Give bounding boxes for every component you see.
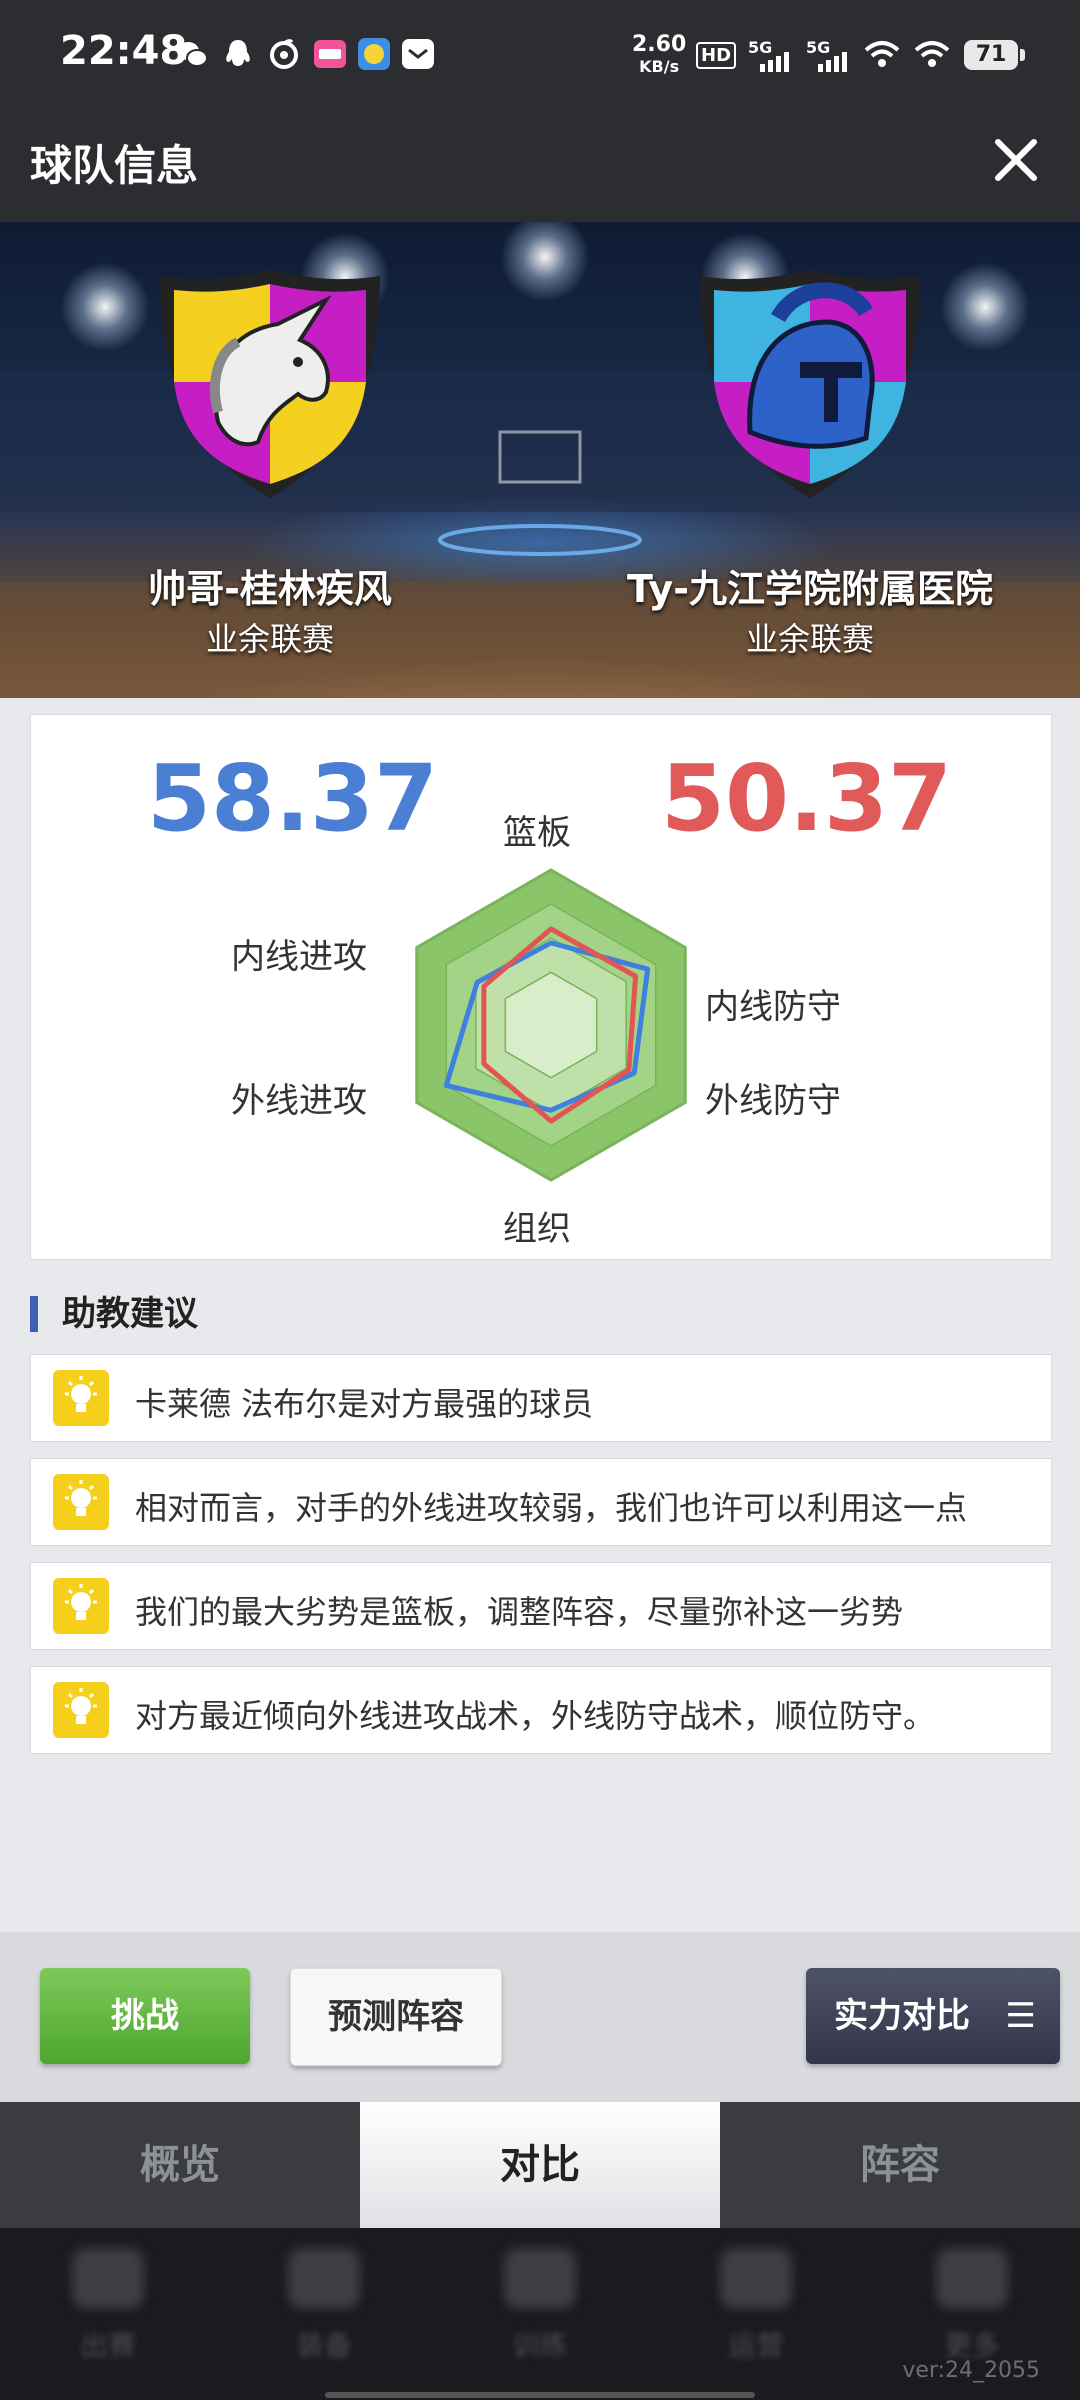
lightbulb-icon bbox=[53, 1682, 109, 1738]
advice-item: 对方最近倾向外线进攻战术，外线防守战术，顺位防守。 bbox=[30, 1666, 1052, 1754]
wechat-icon bbox=[177, 42, 208, 67]
advice-text: 卡莱德 法布尔是对方最强的球员 bbox=[135, 1385, 594, 1423]
title-bar: 球队信息 bbox=[0, 100, 1080, 222]
lightbulb-icon bbox=[53, 1370, 109, 1426]
nav-item-operations[interactable]: 运营 bbox=[648, 2228, 864, 2400]
axis-label-playmaking: 组织 bbox=[503, 1209, 571, 1249]
close-icon[interactable] bbox=[990, 134, 1042, 186]
qq-icon bbox=[226, 40, 250, 66]
away-team-name: Ty-九江学院附属医院 bbox=[627, 567, 993, 611]
tab-bar: 概览 对比 阵容 bbox=[0, 2102, 1080, 2228]
status-bar: 22:48 2.60 KB/s HD 5G 5G 71 bbox=[0, 0, 1080, 100]
net-speed-value: 2.60 bbox=[632, 32, 687, 57]
wifi-icon-2 bbox=[914, 41, 950, 67]
strength-compare-label: 实力对比 bbox=[834, 1996, 970, 2036]
tab-compare[interactable]: 对比 bbox=[360, 2102, 720, 2228]
hd-icon: HD bbox=[696, 42, 737, 69]
advice-item: 相对而言，对手的外线进攻较弱，我们也许可以利用这一点 bbox=[30, 1458, 1052, 1546]
action-bar: 挑战 预测阵容 实力对比 ☰ bbox=[0, 1932, 1080, 2102]
nav-label: 训练 bbox=[511, 2329, 568, 2362]
tab-lineup[interactable]: 阵容 bbox=[720, 2102, 1080, 2228]
predict-lineup-button[interactable]: 预测阵容 bbox=[290, 1968, 502, 2066]
nav-item-equipment[interactable]: 装备 bbox=[216, 2228, 432, 2400]
page-title: 球队信息 bbox=[30, 141, 199, 190]
advice-header: 助教建议 bbox=[30, 1296, 198, 1332]
radar-chart bbox=[415, 868, 687, 1182]
home-team-league: 业余联赛 bbox=[205, 620, 334, 658]
advice-text: 相对而言，对手的外线进攻较弱，我们也许可以利用这一点 bbox=[135, 1489, 968, 1527]
nav-item-training[interactable]: 训练 bbox=[432, 2228, 648, 2400]
net-speed: 2.60 KB/s bbox=[632, 34, 686, 78]
nav-label: 出赛 bbox=[79, 2329, 136, 2362]
home-team-name: 帅哥-桂林疾风 bbox=[148, 567, 392, 611]
away-team-logo bbox=[700, 270, 920, 498]
lightbulb-icon bbox=[53, 1578, 109, 1634]
nav-label: 运营 bbox=[727, 2329, 784, 2362]
app-icon bbox=[358, 38, 390, 70]
comparison-card: 58.37 50.37 篮板 内线防守 外线防守 组织 外线进攻 内线进攻 bbox=[30, 714, 1052, 1260]
advice-text: 我们的最大劣势是篮板，调整阵容，尽量弥补这一劣势 bbox=[135, 1593, 904, 1631]
battery-icon: 71 bbox=[964, 40, 1025, 70]
away-score: 50.37 bbox=[661, 745, 953, 852]
nav-item-match[interactable]: 出赛 bbox=[0, 2228, 216, 2400]
tab-overview[interactable]: 概览 bbox=[0, 2102, 360, 2228]
net-speed-unit: KB/s bbox=[639, 57, 680, 76]
challenge-button[interactable]: 挑战 bbox=[40, 1968, 250, 2064]
home-indicator bbox=[325, 2392, 755, 2398]
axis-label-outside-defense: 外线防守 bbox=[705, 1081, 841, 1121]
axis-label-inside-defense: 内线防守 bbox=[705, 987, 841, 1027]
axis-label-outside-offense: 外线进攻 bbox=[231, 1081, 367, 1121]
strength-compare-button[interactable]: 实力对比 ☰ bbox=[806, 1968, 1060, 2064]
nav-label: 装备 bbox=[295, 2329, 352, 2362]
lightbulb-icon bbox=[53, 1474, 109, 1530]
away-team-league: 业余联赛 bbox=[745, 620, 874, 658]
netease-music-icon bbox=[270, 39, 298, 69]
menu-icon: ☰ bbox=[1005, 1996, 1036, 2036]
advice-item: 我们的最大劣势是篮板，调整阵容，尽量弥补这一劣势 bbox=[30, 1562, 1052, 1650]
mail-icon bbox=[402, 39, 434, 69]
advice-item: 卡莱德 法布尔是对方最强的球员 bbox=[30, 1354, 1052, 1442]
version-label: ver:24_2055 bbox=[902, 2358, 1040, 2383]
axis-label-inside-offense: 内线进攻 bbox=[231, 937, 367, 977]
home-team-logo bbox=[160, 270, 380, 498]
signal-icon bbox=[760, 52, 789, 72]
bilibili-icon bbox=[314, 40, 346, 68]
wifi-icon bbox=[864, 41, 900, 67]
team-banner: 帅哥-桂林疾风 业余联赛 Ty-九江学院附属医院 业余联赛 bbox=[0, 222, 1080, 698]
axis-label-rebound: 篮板 bbox=[503, 813, 571, 853]
status-time: 22:48 bbox=[60, 28, 188, 74]
advice-text: 对方最近倾向外线进攻战术，外线防守战术，顺位防守。 bbox=[135, 1697, 936, 1735]
home-score: 58.37 bbox=[147, 745, 439, 852]
signal-icon-2 bbox=[818, 52, 847, 72]
